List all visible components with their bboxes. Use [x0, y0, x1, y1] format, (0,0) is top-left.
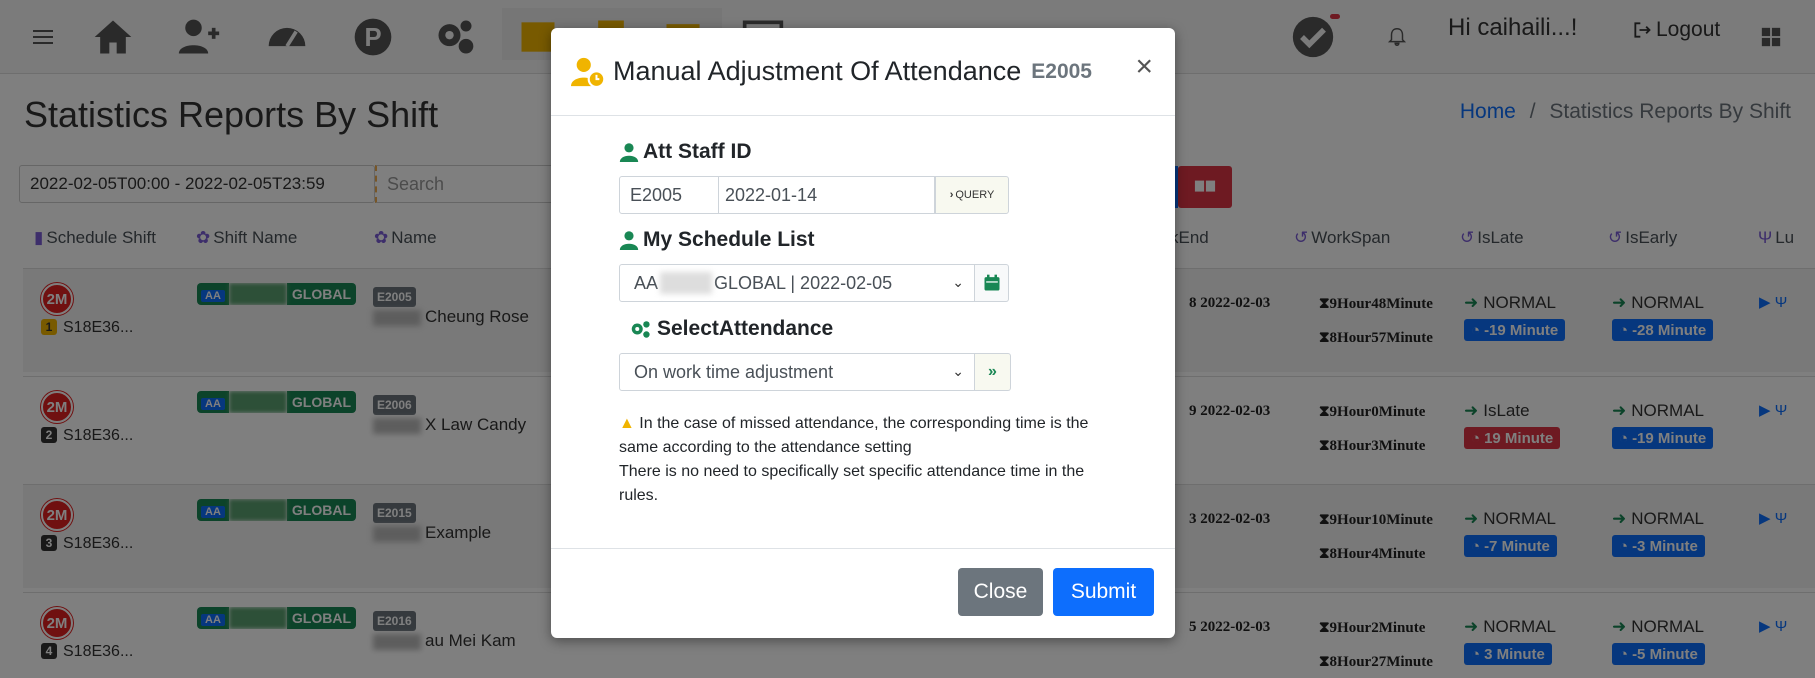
chevron-down-icon: ⌄	[952, 363, 964, 379]
note-line-1: In the case of missed attendance, the co…	[619, 415, 1089, 456]
select-attendance-label: SelectAttendance	[627, 317, 833, 341]
calendar-button[interactable]	[975, 264, 1009, 302]
schedule-list-label: My Schedule List	[619, 228, 815, 252]
modal-title: Manual Adjustment Of Attendance	[613, 56, 1022, 86]
user-icon	[619, 143, 639, 162]
att-staff-id-text: Att Staff ID	[643, 140, 752, 163]
staff-id-input[interactable]: E2005	[619, 176, 719, 214]
query-button[interactable]: › QUERY	[935, 176, 1009, 214]
schedule-select[interactable]: AA GLOBAL | 2022-02-05 ⌄	[619, 264, 975, 302]
schedule-select-value: GLOBAL | 2022-02-05	[714, 272, 893, 293]
close-icon[interactable]: ×	[1135, 50, 1153, 84]
chevron-down-icon: ⌄	[952, 274, 964, 290]
modal-staff-code: E2005	[1031, 59, 1092, 83]
modal-header: Manual Adjustment Of Attendance E2005 ×	[551, 28, 1175, 116]
calendar-icon	[984, 274, 999, 291]
user-clock-icon	[571, 57, 605, 88]
schedule-list-text: My Schedule List	[643, 228, 815, 251]
close-button[interactable]: Close	[958, 568, 1043, 616]
select-attendance-text: SelectAttendance	[657, 317, 834, 340]
note-line-2: There is no need to specifically set spe…	[619, 463, 1085, 504]
redacted	[660, 272, 713, 294]
apply-button[interactable]: »	[975, 353, 1011, 391]
schedule-select-prefix: AA	[634, 272, 659, 293]
submit-button[interactable]: Submit	[1053, 568, 1154, 616]
gears-icon	[631, 321, 650, 338]
user-icon	[619, 231, 639, 250]
attendance-modal: Manual Adjustment Of Attendance E2005 × …	[551, 28, 1175, 638]
date-input[interactable]: 2022-01-14	[719, 176, 935, 214]
warning-icon: ▲	[619, 415, 635, 432]
query-button-label: QUERY	[955, 189, 995, 201]
attendance-select[interactable]: On work time adjustment ⌄	[619, 353, 975, 391]
attendance-select-value: On work time adjustment	[634, 362, 834, 382]
att-staff-id-label: Att Staff ID	[619, 140, 752, 164]
chevron-right-icon: ›	[949, 189, 954, 201]
attendance-note: ▲ In the case of missed attendance, the …	[619, 412, 1099, 508]
